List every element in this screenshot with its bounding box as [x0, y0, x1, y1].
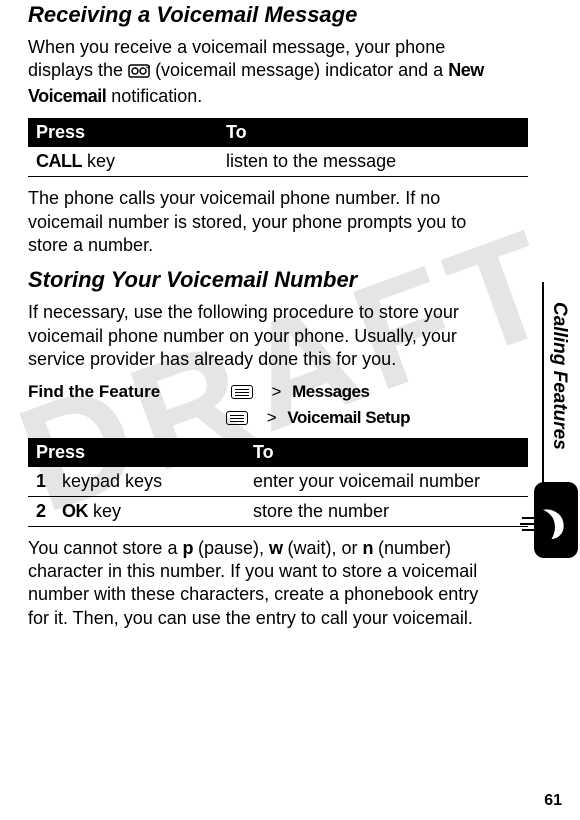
- cell-ok-key: OK key: [54, 496, 245, 526]
- cell-call-key: CALL key: [28, 147, 218, 177]
- text-fragment: key: [88, 501, 121, 521]
- table-row: 2 OK key store the number: [28, 496, 528, 526]
- text-fragment: You cannot store a: [28, 538, 182, 558]
- table-header-row: Press To: [28, 118, 528, 147]
- breadcrumb-separator: >: [267, 408, 277, 427]
- menu-key-icon: [231, 385, 253, 399]
- th-to: To: [218, 118, 528, 147]
- table-row: 1 keypad keys enter your voicemail numbe…: [28, 467, 528, 497]
- char-p: p: [182, 538, 193, 558]
- table-listen: Press To CALL key listen to the message: [28, 118, 528, 177]
- text-fragment: key: [82, 151, 115, 171]
- para-store-intro: If necessary, use the following procedur…: [28, 301, 502, 371]
- th-press: Press: [28, 118, 218, 147]
- char-n: n: [363, 538, 374, 558]
- menu-voicemail-setup: Voicemail Setup: [287, 408, 410, 427]
- side-section-label: Calling Features: [548, 302, 570, 450]
- heading-receiving-voicemail: Receiving a Voicemail Message: [28, 2, 502, 28]
- page-content: Receiving a Voicemail Message When you r…: [0, 2, 530, 630]
- cell-keypad: keypad keys: [54, 467, 245, 497]
- voicemail-tape-icon: [128, 61, 150, 84]
- step-number: 1: [28, 467, 54, 497]
- table-store: Press To 1 keypad keys enter your voicem…: [28, 438, 528, 527]
- th-press: Press: [28, 438, 245, 467]
- text-fragment: (pause),: [193, 538, 269, 558]
- cell-store-number: store the number: [245, 496, 528, 526]
- find-the-feature-label: Find the Feature: [28, 382, 218, 402]
- call-key-bold: CALL: [36, 151, 82, 171]
- breadcrumb-separator: >: [271, 382, 281, 401]
- find-the-feature-row-2: > Voicemail Setup: [28, 408, 502, 428]
- para-cannot-store: You cannot store a p (pause), w (wait), …: [28, 537, 502, 631]
- table-row: CALL key listen to the message: [28, 147, 528, 177]
- ok-key-bold: OK: [62, 501, 88, 521]
- heading-storing-voicemail: Storing Your Voicemail Number: [28, 267, 502, 293]
- para-phone-calls: The phone calls your voicemail phone num…: [28, 187, 502, 257]
- th-to: To: [245, 438, 528, 467]
- step-number: 2: [28, 496, 54, 526]
- menu-key-icon: [226, 411, 248, 425]
- menu-messages: Messages: [292, 382, 369, 401]
- cell-listen: listen to the message: [218, 147, 528, 177]
- char-w: w: [269, 538, 283, 558]
- find-the-feature-row: Find the Feature > Messages: [28, 382, 502, 402]
- page-number: 61: [544, 792, 562, 810]
- para-receive-intro: When you receive a voicemail message, yo…: [28, 36, 502, 108]
- text-fragment: (voicemail message) indicator and a: [150, 60, 448, 80]
- phone-handset-icon: [534, 482, 578, 558]
- cell-enter-number: enter your voicemail number: [245, 467, 528, 497]
- text-fragment: notification.: [106, 86, 202, 106]
- table-header-row: Press To: [28, 438, 528, 467]
- text-fragment: (wait), or: [283, 538, 363, 558]
